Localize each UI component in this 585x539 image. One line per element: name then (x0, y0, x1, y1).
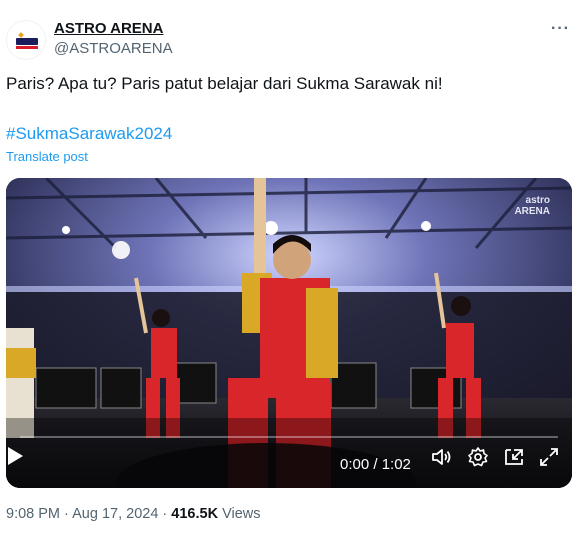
picture-in-picture-icon[interactable] (503, 446, 525, 468)
volume-icon[interactable] (430, 446, 452, 468)
handle[interactable]: @ASTROARENA (54, 40, 173, 57)
hashtag-link[interactable]: #SukmaSarawak2024 (6, 124, 172, 144)
video-player[interactable]: astro ARENA 0:00 / 1:02 (6, 178, 572, 488)
post-header: ASTRO ARENA @ASTROARENA ··· (6, 14, 578, 60)
meta-separator: · (162, 506, 168, 522)
meta-separator: · (64, 506, 69, 522)
fullscreen-icon[interactable] (538, 446, 560, 468)
video-progress-bar[interactable] (20, 436, 558, 438)
post-date[interactable]: Aug 17, 2024 (72, 506, 158, 522)
more-options-icon[interactable]: ··· (551, 20, 570, 38)
post-metadata: 9:08 PM · Aug 17, 2024 · 416.5K Views (6, 506, 261, 522)
post-text: Paris? Apa tu? Paris patut belajar dari … (6, 74, 443, 93)
video-frame (6, 178, 572, 488)
display-name[interactable]: ASTRO ARENA (54, 20, 173, 37)
gear-icon[interactable] (467, 446, 489, 468)
avatar[interactable] (6, 20, 46, 60)
views-label: Views (222, 506, 261, 522)
translate-post-link[interactable]: Translate post (6, 149, 88, 164)
play-icon[interactable] (6, 446, 24, 466)
author-names: ASTRO ARENA @ASTROARENA (54, 20, 173, 57)
views-count: 416.5K (171, 506, 219, 522)
post-time[interactable]: 9:08 PM (6, 506, 60, 522)
video-controls: 0:00 / 1:02 (6, 446, 572, 482)
channel-watermark: astro ARENA (514, 195, 550, 217)
video-time: 0:00 / 1:02 (340, 456, 411, 473)
logo-star-icon (18, 32, 24, 38)
